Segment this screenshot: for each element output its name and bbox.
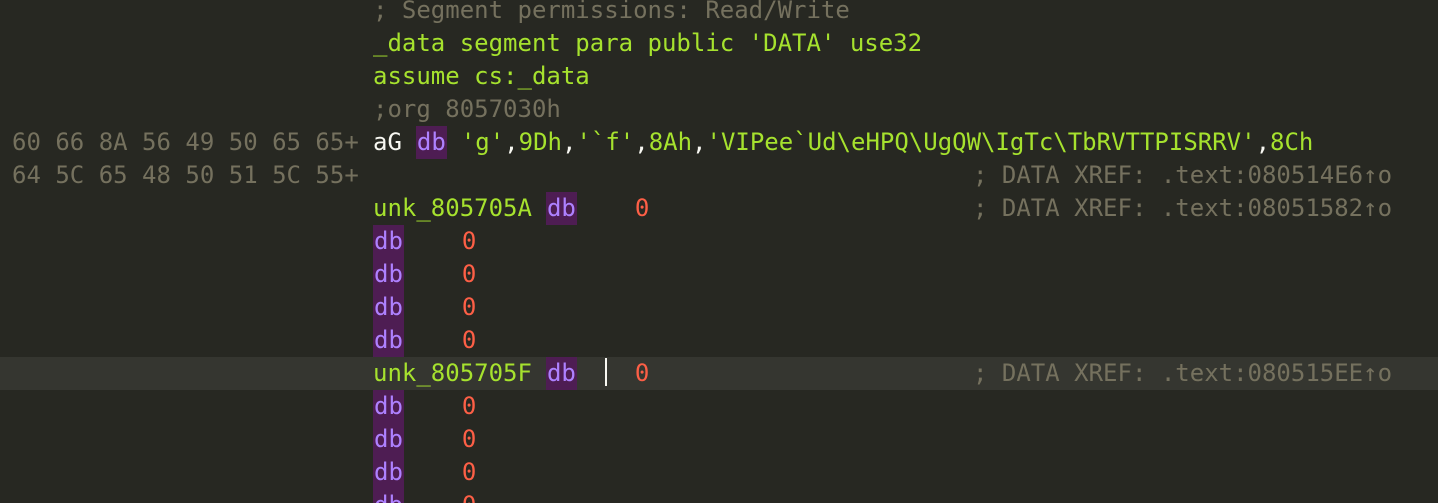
operand-hex: 8Ah bbox=[648, 128, 693, 156]
xref-comment[interactable]: ; DATA XREF: .text:080514E6↑o bbox=[973, 159, 1392, 192]
data-label[interactable]: unk_805705A bbox=[373, 194, 532, 222]
operand-value: 0 bbox=[461, 326, 477, 354]
operand-value: 0 bbox=[461, 293, 477, 321]
operand-value: 0 bbox=[461, 260, 477, 288]
listing-row[interactable]: 60 66 8A 56 49 50 65 65+ aG db'g',9Dh,'`f… bbox=[0, 126, 1438, 159]
segment-declaration-line[interactable]: _data segment para public 'DATA' use32 bbox=[0, 27, 1438, 60]
listing-row[interactable]: db 0 bbox=[0, 423, 1438, 456]
db-directive: db bbox=[373, 456, 404, 489]
listing-row[interactable]: db 0 bbox=[0, 390, 1438, 423]
data-label[interactable]: aG bbox=[373, 128, 402, 156]
instruction: db 0 bbox=[373, 456, 476, 489]
listing-row[interactable]: db 0 bbox=[0, 258, 1438, 291]
operand-separator: , bbox=[504, 128, 519, 156]
operand-separator: , bbox=[692, 128, 707, 156]
operand-separator: , bbox=[634, 128, 649, 156]
operand-value: 0 bbox=[634, 194, 650, 222]
listing-row[interactable]: db 0 bbox=[0, 324, 1438, 357]
instruction: db 0 bbox=[373, 225, 476, 258]
db-directive: db bbox=[373, 258, 404, 291]
assume-line[interactable]: assume cs:_data bbox=[0, 60, 1438, 93]
assume-directive: assume cs:_data bbox=[373, 62, 590, 90]
db-directive: db bbox=[373, 291, 404, 324]
db-directive: db bbox=[373, 489, 404, 503]
instruction: db 0 bbox=[373, 390, 476, 423]
disassembly-view[interactable]: { "header": { "permissions_comment": "; … bbox=[0, 0, 1438, 503]
listing-row[interactable]: 64 5C 65 48 50 51 5C 55+ ; DATA XREF: .t… bbox=[0, 159, 1438, 192]
operand-separator: , bbox=[1255, 128, 1271, 156]
operand-value: 0 bbox=[634, 359, 650, 387]
instruction: db 0 bbox=[373, 291, 476, 324]
current-listing-row[interactable]: unk_805705F db 0 ; DATA XREF: .text:080515… bbox=[0, 357, 1438, 390]
xref-comment[interactable]: ; DATA XREF: .text:08051582↑o bbox=[973, 192, 1392, 225]
instruction: unk_805705F db 0 bbox=[373, 357, 649, 390]
operand-string: 'g' bbox=[460, 128, 505, 156]
hex-bytes: 60 66 8A 56 49 50 65 65+ bbox=[12, 128, 359, 156]
instruction: db 0 bbox=[373, 489, 476, 503]
operand-value: 0 bbox=[461, 392, 477, 420]
db-directive: db bbox=[415, 126, 447, 159]
operand-value: 0 bbox=[462, 491, 476, 503]
instruction: db 0 bbox=[373, 423, 476, 456]
operand-string: '`f' bbox=[576, 128, 635, 156]
data-label[interactable]: unk_805705F bbox=[373, 359, 532, 387]
db-directive: db bbox=[545, 357, 577, 390]
db-directive: db bbox=[373, 225, 404, 258]
listing-row[interactable]: db 0 bbox=[0, 489, 1438, 503]
segment-permissions-line[interactable]: ; Segment permissions: Read/Write bbox=[0, 0, 1438, 27]
db-directive: db bbox=[373, 423, 404, 456]
org-comment: ;org 8057030h bbox=[373, 95, 561, 123]
instruction: aG db'g',9Dh,'`f',8Ah,'VIPee`Ud\eHPQ\UgQW… bbox=[373, 126, 1313, 159]
instruction: db 0 bbox=[373, 324, 476, 357]
instruction: unk_805705A db 0 bbox=[373, 192, 649, 225]
operand-value: 0 bbox=[461, 227, 477, 255]
listing-row[interactable]: unk_805705A db 0 ; DATA XREF: .text:080515… bbox=[0, 192, 1438, 225]
hex-bytes: 64 5C 65 48 50 51 5C 55+ bbox=[12, 161, 359, 189]
operand-value: 0 bbox=[461, 458, 477, 486]
listing-row[interactable]: db 0 bbox=[0, 291, 1438, 324]
org-line[interactable]: ;org 8057030h bbox=[0, 93, 1438, 126]
operand-hex: 9Dh bbox=[518, 128, 562, 156]
operand-string: 'VIPee`Ud\eHPQ\UgQW\IgTc\TbRVTTPISRRV' bbox=[706, 128, 1256, 156]
xref-comment[interactable]: ; DATA XREF: .text:080515EE↑o bbox=[973, 357, 1392, 390]
instruction: db 0 bbox=[373, 258, 476, 291]
listing-row[interactable]: db 0 bbox=[0, 225, 1438, 258]
db-directive: db bbox=[373, 324, 404, 357]
operand-value: 0 bbox=[461, 425, 477, 453]
segment-declaration: _data segment para public 'DATA' use32 bbox=[373, 29, 923, 57]
segment-permissions-comment: ; Segment permissions: Read/Write bbox=[373, 0, 850, 24]
db-directive: db bbox=[373, 390, 404, 423]
listing-row[interactable]: db 0 bbox=[0, 456, 1438, 489]
operand-separator: , bbox=[561, 128, 577, 156]
operand-hex: 8Ch bbox=[1270, 128, 1314, 156]
db-directive: db bbox=[545, 192, 577, 225]
text-cursor bbox=[604, 358, 607, 386]
